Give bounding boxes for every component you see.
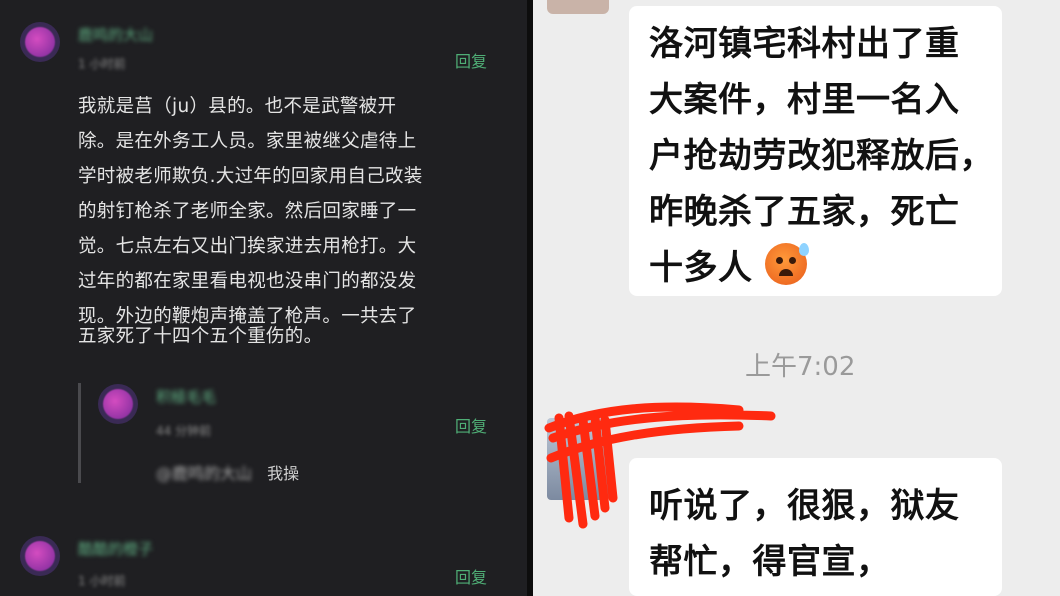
comment-body-line: 我就是莒（ju）县的。也不是武警被开 <box>78 96 397 117</box>
message-line: 十多人 <box>649 240 809 289</box>
comment-time: 1 小时前 <box>78 57 126 71</box>
avatar[interactable] <box>98 384 138 424</box>
avatar[interactable] <box>20 22 60 62</box>
reply-button[interactable]: 回复 <box>455 564 487 588</box>
message-line: 户抢劫劳改犯释放后， <box>649 136 994 176</box>
avatar[interactable] <box>20 536 60 576</box>
message-line: 昨晚杀了五家，死亡 <box>649 192 960 232</box>
avatar[interactable] <box>547 0 609 14</box>
message-bubble[interactable]: 洛河镇宅科村出了重 大案件，村里一名入 户抢劫劳改犯释放后， 昨晚杀了五家，死亡… <box>629 6 1002 296</box>
comment-body-line: 除。是在外务工人员。家里被继父虐待上 <box>78 131 417 152</box>
comment-time: 44 分钟前 <box>156 424 212 438</box>
reply-quote-bar <box>78 383 81 483</box>
comment-body-line: 学时被老师欺负.大过年的回家用自己改装 <box>78 166 423 187</box>
comment-body-line: 过年的都在家里看电视也没串门的都没发 <box>78 271 417 292</box>
message-line: 帮忙，得官宣， <box>649 542 891 582</box>
message-line: 听说了，很狠，狱友 <box>649 486 960 526</box>
reply-button[interactable]: 回复 <box>455 413 487 437</box>
comment-time: 1 小时前 <box>78 574 126 588</box>
mention-link[interactable]: @鹿鸣的大山 <box>156 464 252 483</box>
message-timestamp: 上午7:02 <box>745 352 856 382</box>
reply-button[interactable]: 回复 <box>455 48 487 72</box>
reply-text: @鹿鸣的大山 我操 <box>156 460 299 484</box>
chat-panel: 洛河镇宅科村出了重 大案件，村里一名入 户抢劫劳改犯释放后， 昨晚杀了五家，死亡… <box>533 0 1060 596</box>
message-bubble[interactable]: 听说了，很狠，狱友 帮忙，得官宣， <box>629 458 1002 596</box>
message-text: 十多人 <box>649 248 753 288</box>
message-line: 洛河镇宅科村出了重 <box>649 24 960 64</box>
comment-username[interactable]: 酷酷的橙子 <box>78 538 153 559</box>
comment-body-line: 五家死了十四个五个重伤的。 <box>78 326 323 347</box>
message-line: 大案件，村里一名入 <box>649 80 960 120</box>
comment-thread-panel: 鹿鸣的大山 1 小时前 回复 我就是莒（ju）县的。也不是武警被开 除。是在外务… <box>0 0 527 596</box>
comment-username[interactable]: 鹿鸣的大山 <box>78 24 153 45</box>
comment-body-line: 的射钉枪杀了老师全家。然后回家睡了一 <box>78 201 417 222</box>
comment-username[interactable]: 积極毛毛 <box>156 386 216 407</box>
reply-message: 我操 <box>267 464 300 483</box>
anxious-face-emoji-icon <box>764 243 809 285</box>
comment-body-line: 觉。七点左右又出门挨家进去用枪打。大 <box>78 236 417 257</box>
